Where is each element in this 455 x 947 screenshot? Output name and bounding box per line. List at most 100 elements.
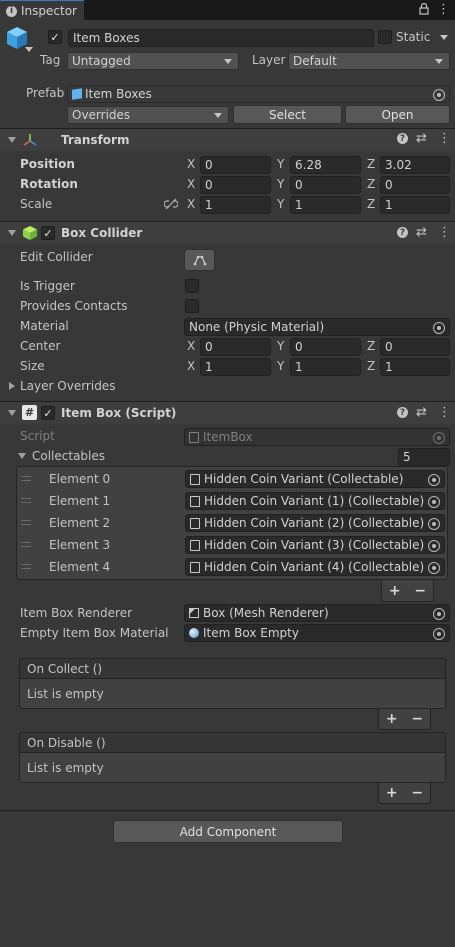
- select-button[interactable]: Select: [233, 105, 342, 124]
- object-picker-icon[interactable]: [428, 474, 440, 486]
- center-x-field[interactable]: 0: [200, 338, 271, 356]
- rotation-x-label[interactable]: X: [187, 177, 195, 191]
- collectables-label[interactable]: Collectables: [32, 449, 105, 463]
- object-picker-icon[interactable]: [433, 89, 445, 101]
- help-icon[interactable]: ?: [397, 227, 408, 238]
- constrain-proportions-icon[interactable]: [163, 198, 179, 213]
- position-x-label[interactable]: X: [187, 157, 195, 171]
- scale-z-label[interactable]: Z: [367, 197, 375, 211]
- object-picker-icon[interactable]: [428, 540, 440, 552]
- layer-dropdown[interactable]: Default: [288, 52, 450, 70]
- object-picker-icon[interactable]: [428, 496, 440, 508]
- drag-handle-icon[interactable]: [21, 498, 31, 503]
- object-picker-icon[interactable]: [433, 322, 445, 334]
- tag-dropdown[interactable]: Untagged: [67, 52, 239, 70]
- empty-item-box-material-field[interactable]: Item Box Empty: [184, 624, 450, 642]
- drag-handle-icon[interactable]: [21, 520, 31, 525]
- box-collider-foldout-icon[interactable]: [8, 230, 16, 236]
- center-z-label[interactable]: Z: [367, 339, 375, 353]
- collectables-size-field[interactable]: 5: [398, 448, 450, 466]
- material-label: Material: [20, 319, 69, 333]
- help-icon[interactable]: ?: [397, 133, 408, 144]
- item-box-renderer-field[interactable]: Box (Mesh Renderer): [184, 604, 450, 622]
- object-picker-icon[interactable]: [428, 518, 440, 530]
- icon-dropdown-caret[interactable]: [25, 47, 33, 52]
- is-trigger-checkbox[interactable]: [185, 279, 199, 293]
- box-collider-enabled-checkbox[interactable]: ✓: [41, 226, 55, 240]
- rotation-y-field[interactable]: 0: [290, 176, 361, 194]
- object-picker-icon[interactable]: [433, 608, 445, 620]
- static-dropdown-caret[interactable]: [440, 35, 448, 40]
- remove-element-button[interactable]: −: [414, 583, 426, 599]
- size-z-field[interactable]: 1: [380, 358, 450, 376]
- element-field[interactable]: Hidden Coin Variant (4) (Collectable): [185, 558, 445, 576]
- size-x-field[interactable]: 1: [200, 358, 271, 376]
- position-y-field[interactable]: 6.28: [290, 156, 361, 174]
- transform-foldout-icon[interactable]: [8, 137, 16, 143]
- static-checkbox[interactable]: [378, 30, 392, 44]
- rotation-z-label[interactable]: Z: [367, 177, 375, 191]
- drag-handle-icon[interactable]: [21, 542, 31, 547]
- size-x-label[interactable]: X: [187, 359, 195, 373]
- size-y-field[interactable]: 1: [290, 358, 361, 376]
- position-x-field[interactable]: 0: [200, 156, 271, 174]
- rotation-z-field[interactable]: 0: [380, 176, 450, 194]
- help-icon[interactable]: ?: [397, 407, 408, 418]
- rotation-x-field[interactable]: 0: [200, 176, 271, 194]
- scale-x-label[interactable]: X: [187, 197, 195, 211]
- object-picker-icon[interactable]: [433, 628, 445, 640]
- on-disable-footer: + −: [378, 783, 431, 804]
- component-menu-icon[interactable]: ⋮: [438, 131, 451, 146]
- element-field[interactable]: Hidden Coin Variant (1) (Collectable): [185, 492, 445, 510]
- component-menu-icon[interactable]: ⋮: [438, 405, 451, 420]
- lock-icon[interactable]: [419, 2, 429, 18]
- on-disable-add-button[interactable]: +: [386, 785, 398, 801]
- scale-y-label[interactable]: Y: [277, 197, 284, 211]
- material-field[interactable]: None (Physic Material): [184, 318, 450, 336]
- object-picker-icon[interactable]: [428, 562, 440, 574]
- layer-overrides-label[interactable]: Layer Overrides: [20, 379, 115, 393]
- layer-label: Layer: [252, 53, 286, 67]
- name-field[interactable]: Item Boxes: [68, 29, 374, 47]
- position-z-field[interactable]: 3.02: [380, 156, 450, 174]
- drag-handle-icon[interactable]: [21, 564, 31, 569]
- item-box-foldout-icon[interactable]: [8, 410, 16, 416]
- provides-contacts-checkbox[interactable]: [185, 299, 199, 313]
- scale-x-field[interactable]: 1: [200, 196, 271, 214]
- scale-z-field[interactable]: 1: [380, 196, 450, 214]
- center-y-label[interactable]: Y: [277, 339, 284, 353]
- scale-y-field[interactable]: 1: [290, 196, 361, 214]
- overrides-dropdown[interactable]: Overrides: [67, 106, 229, 124]
- tab-inspector[interactable]: i Inspector: [0, 0, 84, 21]
- size-y-label[interactable]: Y: [277, 359, 284, 373]
- layer-overrides-foldout-icon[interactable]: [9, 382, 15, 390]
- center-y-field[interactable]: 0: [290, 338, 361, 356]
- center-x-label[interactable]: X: [187, 339, 195, 353]
- edit-collider-button[interactable]: [184, 249, 215, 271]
- add-element-button[interactable]: +: [389, 583, 401, 599]
- presets-icon[interactable]: ⇄: [416, 131, 427, 146]
- position-z-label[interactable]: Z: [367, 157, 375, 171]
- on-collect-remove-button[interactable]: −: [411, 711, 423, 727]
- prefab-field[interactable]: Item Boxes: [67, 85, 450, 103]
- rotation-y-label[interactable]: Y: [277, 177, 284, 191]
- position-y-label[interactable]: Y: [277, 157, 284, 171]
- element-field[interactable]: Hidden Coin Variant (Collectable): [185, 470, 445, 488]
- on-collect-add-button[interactable]: +: [386, 711, 398, 727]
- presets-icon[interactable]: ⇄: [416, 405, 427, 420]
- open-button[interactable]: Open: [345, 105, 450, 124]
- add-component-button[interactable]: Add Component: [113, 820, 343, 843]
- component-menu-icon[interactable]: ⋮: [438, 225, 451, 240]
- element-field[interactable]: Hidden Coin Variant (3) (Collectable): [185, 536, 445, 554]
- active-checkbox[interactable]: ✓: [48, 30, 62, 44]
- on-disable-remove-button[interactable]: −: [411, 785, 423, 801]
- collectables-foldout-icon[interactable]: [18, 453, 26, 459]
- drag-handle-icon[interactable]: [21, 476, 31, 481]
- center-z-field[interactable]: 0: [380, 338, 450, 356]
- presets-icon[interactable]: ⇄: [416, 225, 427, 240]
- prefab-label: Prefab: [26, 86, 65, 100]
- tab-menu-icon[interactable]: ⋮: [437, 2, 450, 17]
- size-z-label[interactable]: Z: [367, 359, 375, 373]
- element-field[interactable]: Hidden Coin Variant (2) (Collectable): [185, 514, 445, 532]
- item-box-enabled-checkbox[interactable]: ✓: [41, 406, 55, 420]
